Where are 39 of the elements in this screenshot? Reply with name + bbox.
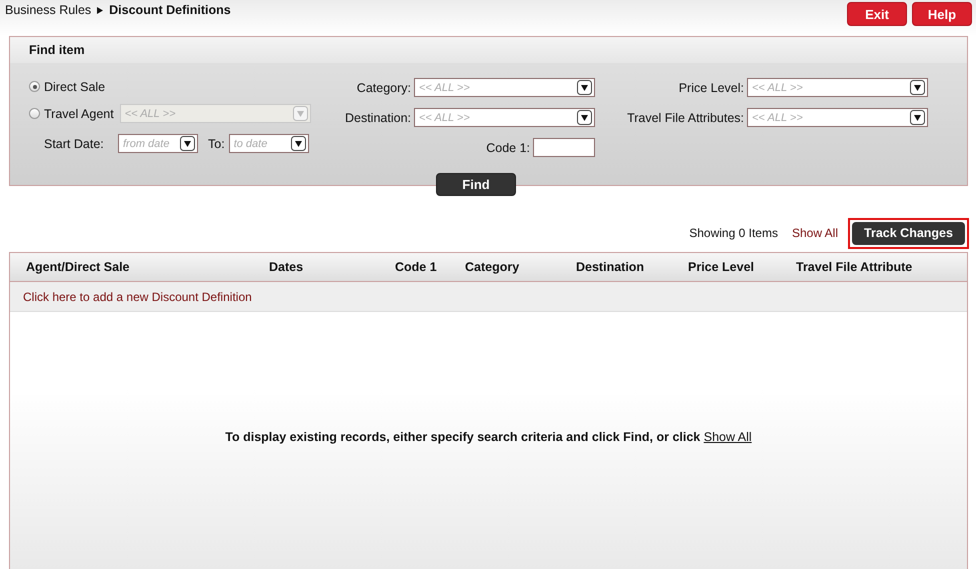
caret-icon	[910, 110, 925, 125]
caret-icon	[910, 80, 925, 95]
column-header[interactable]: Destination	[576, 260, 644, 274]
field-label: Destination:	[344, 110, 411, 124]
column-header[interactable]: Travel File Attribute	[796, 260, 912, 274]
header-button[interactable]: Exit	[847, 2, 907, 26]
column-header[interactable]: Category	[465, 260, 520, 274]
empty-message: To display existing records, either specify search criteria and click Find, or click Show All	[225, 430, 752, 446]
triangle-icon	[96, 6, 104, 14]
caret-icon	[180, 136, 195, 151]
show-all-link[interactable]: Show All	[704, 430, 752, 444]
radio-button[interactable]	[29, 81, 40, 92]
panel-title: Find item	[10, 37, 967, 63]
column-header[interactable]: Code 1	[395, 260, 437, 274]
find-button[interactable]: Find	[436, 173, 516, 196]
field-label: Price Level:	[678, 80, 744, 94]
caret-icon	[577, 110, 592, 125]
caret-icon	[292, 106, 308, 121]
column-header[interactable]: Agent/Direct Sale	[26, 260, 130, 274]
track-changes-button[interactable]: Track Changes	[852, 222, 965, 244]
header-button[interactable]: Help	[912, 2, 972, 26]
column-header[interactable]: Dates	[269, 260, 304, 274]
caret-icon	[290, 136, 306, 151]
caret-icon	[577, 80, 592, 95]
breadcrumb-link[interactable]: Business Rules	[5, 3, 92, 17]
page-title: Discount Definitions	[109, 3, 231, 17]
field-label: Travel File Attributes:	[627, 110, 744, 124]
field-label: Code 1:	[486, 140, 530, 154]
field-label: Start Date:	[44, 136, 105, 150]
show-all-link[interactable]: Show All	[792, 226, 838, 240]
radio-label[interactable]: Direct Sale	[44, 80, 106, 94]
column-header[interactable]: Price Level	[688, 260, 754, 274]
radio-button[interactable]	[29, 108, 40, 119]
item-count: Showing 0 Items	[689, 226, 778, 240]
input-field[interactable]	[533, 138, 595, 157]
radio-label[interactable]: Travel Agent	[44, 106, 114, 120]
field-label: To:	[208, 136, 225, 150]
field-label: Category:	[356, 80, 411, 94]
add-definition-link[interactable]: Click here to add a new Discount Definition	[23, 290, 252, 304]
